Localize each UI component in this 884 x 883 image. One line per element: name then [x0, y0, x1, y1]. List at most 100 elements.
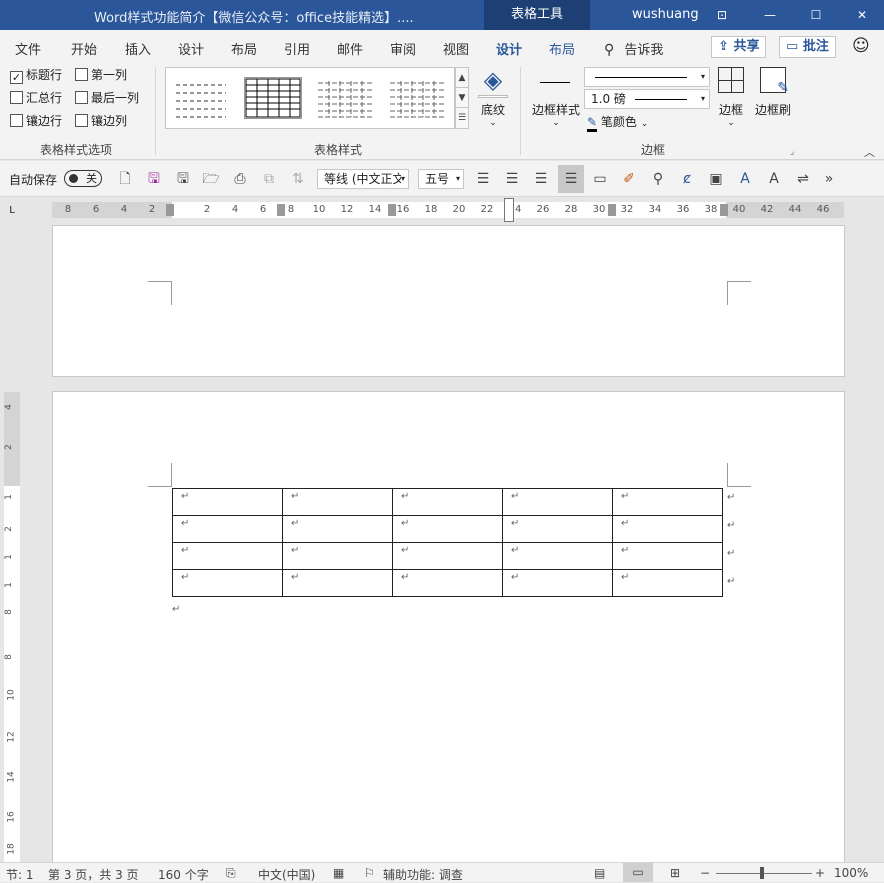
font-size-dropdown[interactable]: 五号 ▾ — [418, 169, 464, 189]
accessibility-icon[interactable]: ⚐ — [364, 866, 375, 880]
table-cell[interactable]: ↵ — [282, 569, 393, 597]
table-style-grid-light-dashed[interactable] — [388, 77, 446, 119]
tab-layout[interactable]: 布局 — [231, 39, 257, 58]
checkbox-banded-rows[interactable]: 镶边行 — [10, 113, 62, 129]
font-color-icon[interactable]: A — [736, 170, 754, 188]
reading-view-icon[interactable]: ▣ — [707, 170, 725, 188]
ribbon-display-options-button[interactable]: ⊡ — [702, 0, 742, 30]
sort-icon[interactable]: ⇅ — [289, 170, 307, 188]
table-cell[interactable]: ↵ — [392, 488, 503, 516]
column-marker[interactable] — [608, 204, 616, 216]
tab-review[interactable]: 审阅 — [390, 39, 416, 58]
zoom-slider-track[interactable] — [716, 873, 812, 874]
table-cell[interactable]: ↵ — [282, 542, 393, 570]
table-cell[interactable]: ↵ — [502, 542, 613, 570]
column-marker[interactable] — [166, 204, 174, 216]
checkbox-first-column[interactable]: 第一列 — [75, 67, 127, 83]
checkbox-last-column[interactable]: 最后一列 — [75, 90, 139, 106]
tab-home[interactable]: 开始 — [71, 39, 97, 58]
dialog-launcher-icon[interactable]: ⌟ — [790, 147, 794, 157]
checkbox-banded-columns[interactable]: 镶边列 — [75, 113, 127, 129]
web-layout-icon[interactable]: ⊞ — [670, 866, 680, 880]
border-styles-button[interactable]: 边框样式 ⌄ — [530, 67, 582, 128]
table-style-plain[interactable] — [172, 77, 230, 119]
table-cell[interactable]: ↵ — [612, 542, 723, 570]
table-cell[interactable]: ↵ — [282, 488, 393, 516]
document-page-current[interactable] — [52, 391, 845, 862]
tab-mailings[interactable]: 邮件 — [337, 39, 363, 58]
pen-color-button[interactable]: ✎ 笔颜色 ⌄ — [587, 113, 648, 132]
gallery-up-arrow-icon[interactable]: ▲ — [456, 68, 468, 88]
share-button[interactable]: ⇪ 共享 — [711, 36, 767, 58]
print-layout-icon[interactable]: ▭ — [623, 863, 653, 882]
tell-me-search[interactable]: ⚲ 告诉我 — [604, 39, 663, 58]
proofing-icon[interactable]: ⎘ — [226, 866, 236, 881]
line-style-dropdown[interactable]: ▾ — [584, 67, 710, 87]
table-cell[interactable]: ↵ — [502, 569, 613, 597]
section-indicator[interactable]: 节: 1 — [6, 866, 34, 883]
border-painter-button[interactable]: ✎ 边框刷 — [752, 67, 794, 118]
table-cell[interactable]: ↵ — [282, 515, 393, 543]
read-mode-icon[interactable]: ▤ — [594, 866, 605, 880]
accessibility-status[interactable]: 辅助功能: 调查 — [383, 866, 463, 883]
clear-formatting-icon[interactable]: A — [765, 170, 783, 188]
wrap-text-icon[interactable]: ⇌ — [794, 170, 812, 188]
zoom-in-button[interactable]: + — [815, 866, 825, 880]
format-painter-icon[interactable]: ✐ — [620, 170, 638, 188]
zoom-level[interactable]: 100% — [834, 866, 868, 880]
autosave-toggle[interactable]: 关 — [64, 170, 102, 187]
gallery-down-arrow-icon[interactable]: ▼ — [456, 88, 468, 108]
gallery-scrollbar[interactable]: ▲ ▼ ☰ — [455, 67, 469, 129]
table-cell[interactable]: ↵ — [502, 488, 613, 516]
table-cell[interactable]: ↵ — [502, 515, 613, 543]
table-cell[interactable]: ↵ — [172, 569, 283, 597]
checkbox-header-row[interactable]: ✓ 标题行 — [10, 67, 62, 84]
align-center-icon[interactable]: ☰ — [503, 170, 521, 188]
comments-button[interactable]: ▭ 批注 — [779, 36, 836, 58]
column-marker[interactable] — [388, 204, 396, 216]
tab-table-design[interactable]: 设计 — [496, 39, 523, 66]
user-name[interactable]: wushuang — [632, 7, 699, 22]
page-indicator[interactable]: 第 3 页，共 3 页 — [48, 866, 139, 883]
document-page-previous[interactable] — [52, 225, 845, 377]
maximize-button[interactable]: ☐ — [796, 0, 836, 30]
table-style-grid-selected[interactable] — [244, 77, 302, 119]
align-right-icon[interactable]: ☰ — [532, 170, 550, 188]
spelling-check-icon[interactable]: ȼ — [678, 170, 696, 188]
find-icon[interactable]: ⚲ — [649, 170, 667, 188]
macro-icon[interactable]: ▦ — [333, 866, 344, 880]
tab-design[interactable]: 设计 — [178, 39, 204, 58]
open-folder-icon[interactable]: 🗁 — [202, 170, 220, 188]
tab-table-layout[interactable]: 布局 — [549, 39, 575, 58]
tab-file[interactable]: 文件 — [15, 39, 41, 58]
align-left-icon[interactable]: ☰ — [474, 170, 492, 188]
smiley-feedback-icon[interactable]: ☺ — [852, 36, 870, 56]
table-cell[interactable]: ↵ — [392, 569, 503, 597]
copy-format-icon[interactable]: ⧉ — [260, 170, 278, 188]
horizontal-ruler[interactable]: 8 6 4 2 2 4 6 8 10 12 14 16 18 20 22 24 … — [52, 198, 844, 222]
table-cell[interactable]: ↵ — [172, 515, 283, 543]
save-as-icon[interactable]: 🖫 — [174, 170, 192, 188]
checkbox-total-row[interactable]: 汇总行 — [10, 90, 62, 106]
table-cell[interactable]: ↵ — [612, 569, 723, 597]
gallery-more-icon[interactable]: ☰ — [456, 108, 468, 128]
document-table[interactable]: ↵ ↵ ↵ ↵ ↵ ↵ ↵ ↵ ↵ ↵ ↵ ↵ ↵ ↵ ↵ ↵ ↵ ↵ ↵ ↵ — [172, 488, 723, 597]
tab-references[interactable]: 引用 — [284, 39, 310, 58]
tab-insert[interactable]: 插入 — [125, 39, 151, 58]
zoom-slider-thumb[interactable] — [760, 867, 764, 879]
collapse-ribbon-icon[interactable]: ︿ — [864, 144, 875, 160]
table-cell[interactable]: ↵ — [612, 515, 723, 543]
language-indicator[interactable]: 中文(中国) — [258, 866, 315, 883]
more-commands-icon[interactable]: » — [820, 170, 838, 188]
column-marker[interactable] — [720, 204, 728, 216]
column-marker[interactable] — [277, 204, 285, 216]
indent-marker[interactable] — [504, 198, 514, 222]
minimize-button[interactable]: — — [750, 0, 790, 30]
line-weight-dropdown[interactable]: 1.0 磅 ▾ — [584, 89, 710, 109]
justify-icon[interactable]: ☰ — [558, 165, 584, 193]
table-cell[interactable]: ↵ — [612, 488, 723, 516]
borders-button[interactable]: 边框 ⌄ — [714, 67, 748, 128]
table-cell[interactable]: ↵ — [172, 542, 283, 570]
word-count[interactable]: 160 个字 — [158, 866, 209, 883]
tab-selector[interactable]: L — [4, 203, 20, 219]
